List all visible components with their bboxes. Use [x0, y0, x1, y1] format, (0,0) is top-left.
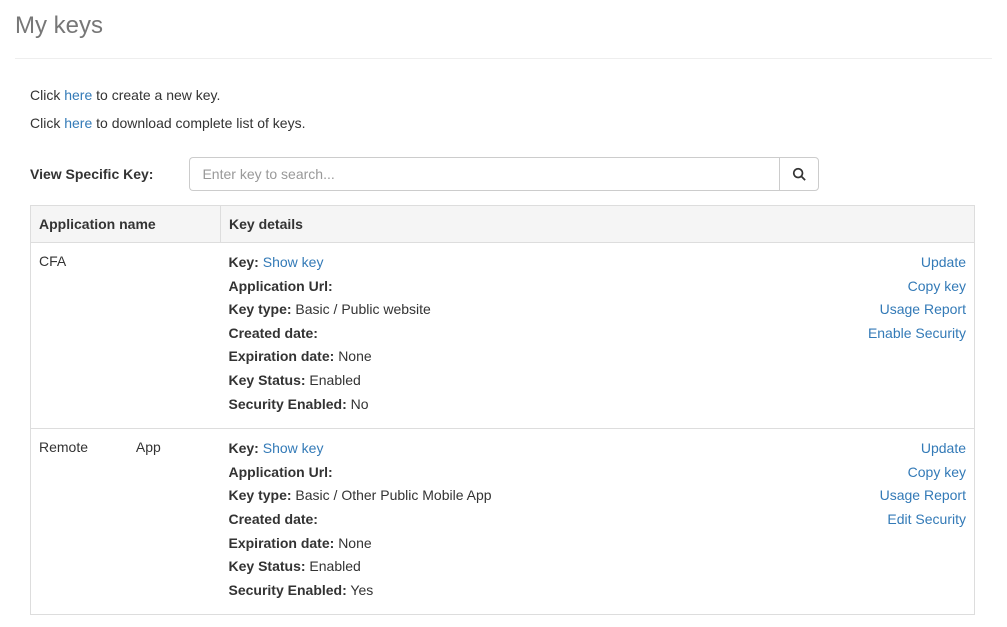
usage-report-link[interactable]: Usage Report: [816, 300, 966, 320]
copy-key-link[interactable]: Copy key: [816, 277, 966, 297]
page-title: My keys: [15, 12, 992, 40]
create-key-line: Click here to create a new key.: [30, 87, 992, 103]
app-url-label: Application Url:: [229, 278, 333, 294]
key-type-label: Key type:: [229, 301, 292, 317]
security-label: Security Enabled:: [229, 582, 347, 598]
status-value: Enabled: [309, 558, 360, 574]
created-label: Created date:: [229, 511, 318, 527]
app-name-part1: Remote: [39, 439, 88, 455]
search-input[interactable]: [189, 157, 779, 191]
status-value: Enabled: [309, 372, 360, 388]
search-row: View Specific Key:: [30, 157, 992, 191]
usage-report-link[interactable]: Usage Report: [816, 486, 966, 506]
app-name-cell: CFA: [31, 243, 221, 429]
app-name-cell: Remote App: [31, 429, 221, 615]
details-cell: Key: Show key Application Url: Key type:…: [221, 243, 975, 429]
actions-col: Update Copy key Usage Report Enable Secu…: [816, 253, 966, 418]
key-type-label: Key type:: [229, 487, 292, 503]
copy-key-link[interactable]: Copy key: [816, 463, 966, 483]
key-label: Key:: [229, 440, 259, 456]
details-cell: Key: Show key Application Url: Key type:…: [221, 429, 975, 615]
col-key-details: Key details: [221, 206, 975, 243]
download-suffix: to download complete list of keys.: [92, 115, 305, 131]
details-left: Key: Show key Application Url: Key type:…: [229, 253, 817, 418]
download-prefix: Click: [30, 115, 64, 131]
app-url-label: Application Url:: [229, 464, 333, 480]
status-label: Key Status:: [229, 558, 306, 574]
create-prefix: Click: [30, 87, 64, 103]
update-link[interactable]: Update: [816, 439, 966, 459]
table-row: Remote App Key: Show key Application Url…: [31, 429, 975, 615]
enable-security-link[interactable]: Enable Security: [816, 324, 966, 344]
expiration-value: None: [338, 348, 371, 364]
create-suffix: to create a new key.: [92, 87, 220, 103]
create-key-link[interactable]: here: [64, 87, 92, 103]
app-name-part1: CFA: [39, 253, 66, 269]
search-label: View Specific Key:: [30, 166, 153, 182]
security-value: Yes: [350, 582, 373, 598]
search-button[interactable]: [779, 157, 819, 191]
keys-table: Application name Key details CFA Key: Sh…: [30, 205, 975, 615]
table-row: CFA Key: Show key Application Url: Key t…: [31, 243, 975, 429]
update-link[interactable]: Update: [816, 253, 966, 273]
expiration-label: Expiration date:: [229, 535, 335, 551]
title-divider: [15, 58, 992, 59]
search-icon: [792, 167, 806, 181]
download-keys-line: Click here to download complete list of …: [30, 115, 992, 131]
expiration-value: None: [338, 535, 371, 551]
expiration-label: Expiration date:: [229, 348, 335, 364]
security-label: Security Enabled:: [229, 396, 347, 412]
security-value: No: [351, 396, 369, 412]
edit-security-link[interactable]: Edit Security: [816, 510, 966, 530]
key-type-value: Basic / Public website: [295, 301, 430, 317]
key-label: Key:: [229, 254, 259, 270]
status-label: Key Status:: [229, 372, 306, 388]
created-label: Created date:: [229, 325, 318, 341]
app-name-part2: App: [136, 439, 161, 455]
search-group: [189, 157, 819, 191]
download-keys-link[interactable]: here: [64, 115, 92, 131]
actions-col: Update Copy key Usage Report Edit Securi…: [816, 439, 966, 604]
key-type-value: Basic / Other Public Mobile App: [295, 487, 491, 503]
show-key-link[interactable]: Show key: [263, 440, 324, 456]
show-key-link[interactable]: Show key: [263, 254, 324, 270]
details-left: Key: Show key Application Url: Key type:…: [229, 439, 817, 604]
col-app-name: Application name: [31, 206, 221, 243]
